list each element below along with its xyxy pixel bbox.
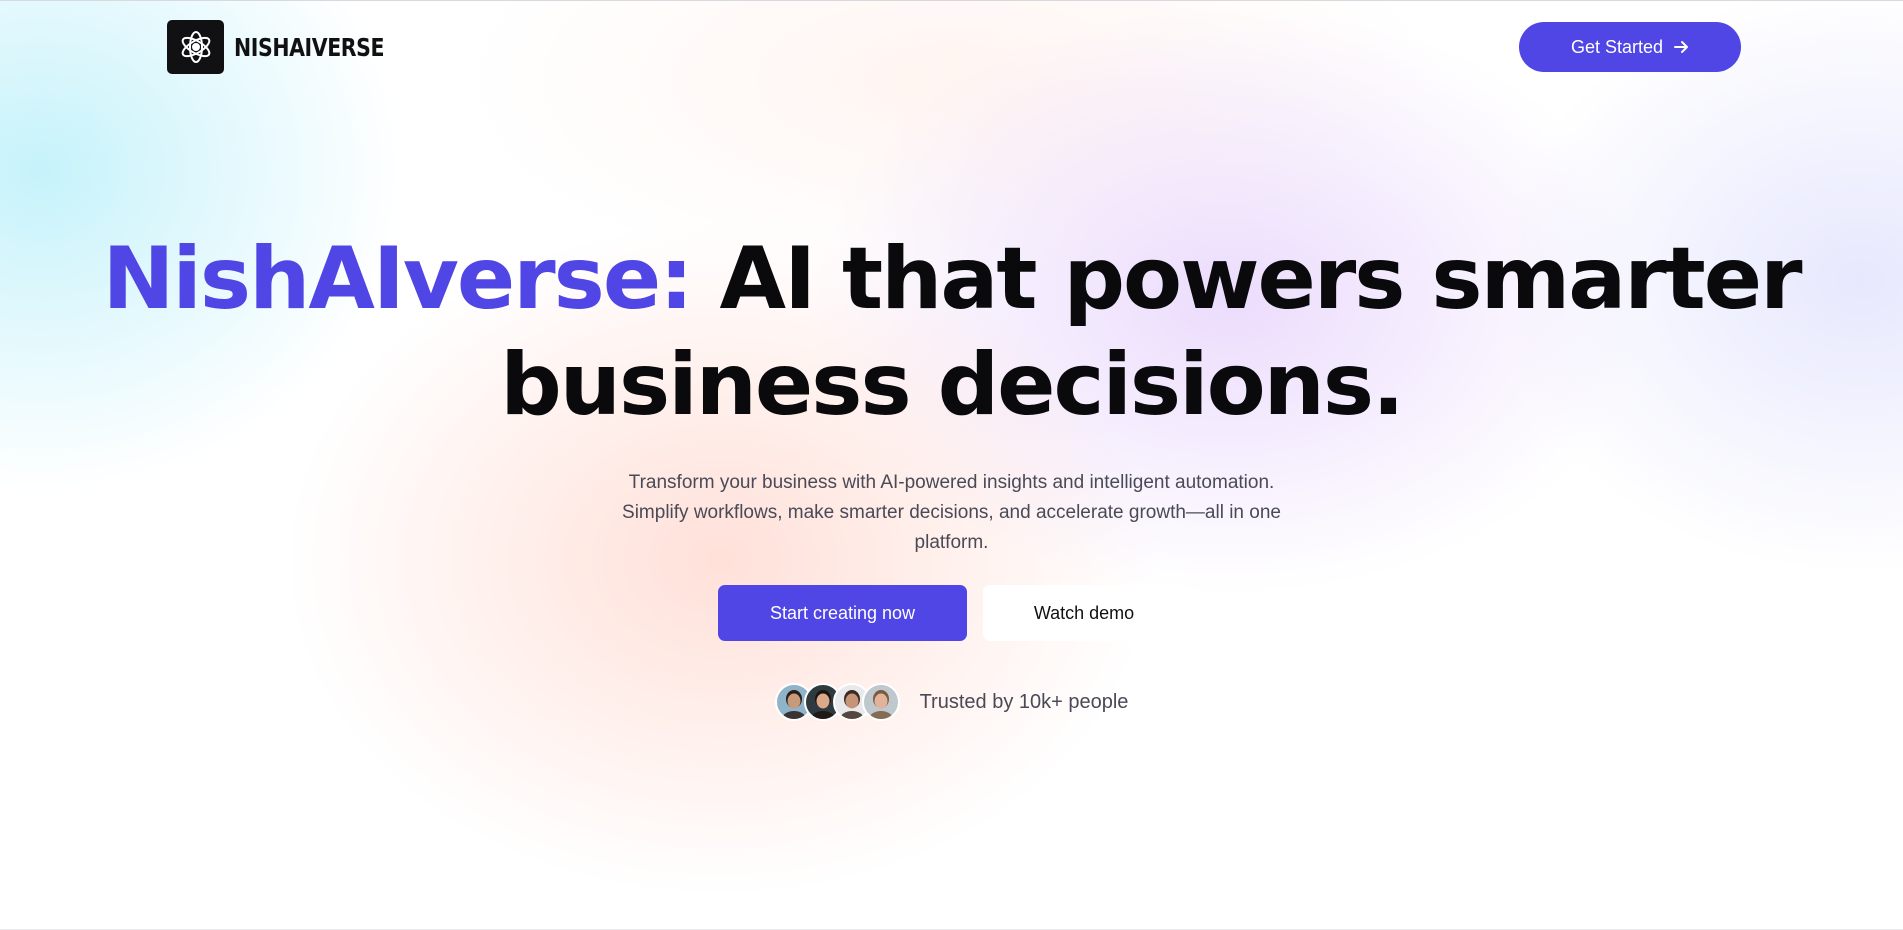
hero-headline: NishAIverse: AI that powers smarter busi… [0,226,1903,438]
hero-section: NishAIverse: AI that powers smarter busi… [0,226,1903,721]
site-header: NISHAIVERSE Get Started [167,20,1741,74]
brand-logo-link[interactable]: NISHAIVERSE [167,20,417,74]
get-started-button[interactable]: Get Started [1519,22,1741,72]
hero-subtitle: Transform your business with AI-powered … [622,472,1281,553]
headline-accent: NishAIverse: [102,229,693,329]
brand-wordmark: NISHAIVERSE [234,32,385,62]
top-border [0,0,1903,1]
trust-text: Trusted by 10k+ people [919,690,1129,713]
avatar-group [774,683,900,721]
social-proof: Trusted by 10k+ people [0,683,1903,721]
arrow-right-icon [1673,39,1689,55]
headline-line2: business decisions. [500,335,1404,435]
start-creating-button[interactable]: Start creating now [718,585,967,641]
watch-demo-button[interactable]: Watch demo [983,585,1185,641]
get-started-label: Get Started [1570,36,1664,57]
atom-knot-icon [167,20,224,74]
headline-line1-rest: AI that powers smarter [719,229,1803,329]
hero-actions: Start creating now Watch demo [0,585,1903,641]
user-avatar-4 [861,683,900,721]
